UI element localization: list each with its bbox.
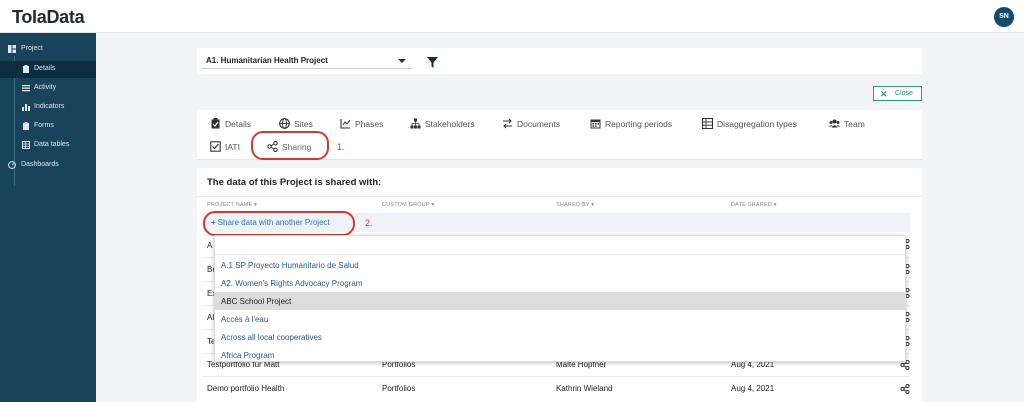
tab-label: Sites [294, 119, 313, 129]
option-label: A2. Women's Rights Advocacy Program [221, 279, 363, 288]
option-label: A.1 SP Proyecto Humanitario de Salud [221, 261, 359, 270]
tab-label: Stakeholders [425, 119, 475, 129]
column-label: DATE SHARED [731, 202, 772, 208]
table-icon [22, 141, 30, 149]
sort-icon: ▾ [254, 202, 258, 208]
tab-label: IATI [225, 142, 240, 152]
column-label: SHARED BY [556, 202, 590, 208]
sidebar-item-details[interactable]: Details [0, 61, 96, 78]
column-header-custom-group[interactable]: CUSTOM GROUP ▾ [382, 202, 434, 208]
option-label: ABC School Project [221, 297, 292, 306]
table-row-name: Demo portfolio Health [207, 384, 285, 393]
table-row-date: Aug 4, 2021 [731, 384, 775, 393]
option-label: Africa Program [221, 351, 275, 360]
calendar-icon [590, 119, 601, 129]
dropdown-option[interactable]: A.1 SP Proyecto Humanitario de Salud [215, 256, 905, 274]
tab-label: Documents [517, 119, 560, 129]
column-header-project-name[interactable]: PROJECT NAME ▾ [207, 202, 257, 208]
close-button[interactable]: ✕ Close [873, 86, 922, 101]
sort-icon: ▾ [591, 202, 595, 208]
sidebar-item-forms[interactable]: Forms [0, 118, 96, 135]
tab-label: Details [225, 119, 251, 129]
sidebar-item-label: Forms [34, 122, 54, 129]
sidebar-item-indicators[interactable]: Indicators [0, 99, 96, 116]
sidebar-item-label: Activity [34, 84, 57, 91]
clipboard-icon [23, 65, 29, 73]
option-label: Accès à l'eau [221, 315, 269, 324]
annotation-number-2: 2. [365, 218, 373, 228]
project-select[interactable]: A1. Humanitarian Health Project [202, 53, 412, 69]
sidebar-item-label: Data tables [34, 141, 70, 148]
tab-label: Phases [355, 119, 384, 129]
dropdown-search-input[interactable] [215, 236, 905, 255]
column-label: PROJECT NAME [207, 202, 253, 208]
sidebar: Project Details Activity Indicators Form… [0, 33, 96, 402]
annotation-number-1: 1. [337, 142, 345, 152]
close-button-label: Close [895, 90, 913, 97]
dropdown-option[interactable]: Across all local cooperatives [215, 328, 905, 346]
table-row-name: A [207, 241, 213, 250]
tab-label: Team [844, 119, 865, 129]
grid-icon [8, 45, 16, 53]
table-row-shared-by: Kathrin Wieland [556, 384, 613, 393]
sidebar-item-label: Project [21, 45, 43, 52]
share-action-icon[interactable] [900, 384, 910, 394]
swap-icon [503, 118, 512, 129]
list-icon [22, 85, 30, 92]
clipboard-icon [23, 122, 29, 130]
column-header-shared-by[interactable]: SHARED BY ▾ [556, 202, 594, 208]
column-header-date-shared[interactable]: DATE SHARED ▾ [731, 202, 777, 208]
sidebar-item-data-tables[interactable]: Data tables [0, 137, 96, 154]
row-divider [202, 376, 910, 377]
gauge-icon [8, 161, 16, 169]
project-selector-bar: A1. Humanitarian Health Project [197, 48, 922, 74]
sharing-heading: The data of this Project is shared with: [207, 177, 382, 188]
filter-icon[interactable] [427, 57, 438, 68]
user-avatar[interactable]: SN [994, 7, 1014, 27]
column-label: CUSTOM GROUP [382, 202, 430, 208]
divider [197, 196, 922, 197]
dropdown-option[interactable]: A2. Women's Rights Advocacy Program [215, 274, 905, 292]
chart-icon [340, 119, 351, 129]
sidebar-item-activity[interactable]: Activity [0, 80, 96, 97]
annotation-ellipse-share-link [203, 211, 355, 236]
option-label: Across all local cooperatives [221, 333, 322, 342]
sidebar-item-project[interactable]: Project [0, 41, 96, 58]
sidebar-item-dashboards[interactable]: Dashboards [0, 157, 96, 174]
dropdown-option[interactable]: Africa Program [215, 346, 905, 364]
bar-chart-icon [22, 104, 30, 111]
globe-icon [279, 118, 290, 129]
caret-down-icon [398, 59, 406, 63]
project-dropdown: A.1 SP Proyecto Humanitario de Salud A2.… [214, 235, 906, 362]
users-icon [829, 119, 840, 128]
sidebar-item-label: Indicators [34, 103, 65, 110]
table-icon [702, 118, 713, 129]
annotation-ellipse-sharing [251, 131, 329, 160]
sort-icon: ▾ [431, 202, 435, 208]
dropdown-option-highlighted[interactable]: ABC School Project [215, 292, 905, 310]
app-logo[interactable]: ToIaData [12, 7, 85, 28]
sidebar-item-label: Dashboards [21, 161, 59, 168]
hierarchy-icon [410, 118, 421, 129]
sort-icon: ▾ [773, 202, 777, 208]
clipboard-icon [211, 118, 220, 129]
tab-label: Reporting periods [605, 119, 673, 129]
top-bar: ToIaData SN [0, 0, 1024, 33]
tab-label: Disaggregation types [717, 119, 797, 129]
checkbox-icon [210, 141, 221, 152]
sidebar-item-label: Details [34, 65, 56, 72]
table-row-group: Portfolios [382, 384, 416, 393]
project-select-value: A1. Humanitarian Health Project [206, 56, 328, 65]
close-icon: ✕ [880, 89, 888, 99]
dropdown-option[interactable]: Accès à l'eau [215, 310, 905, 328]
